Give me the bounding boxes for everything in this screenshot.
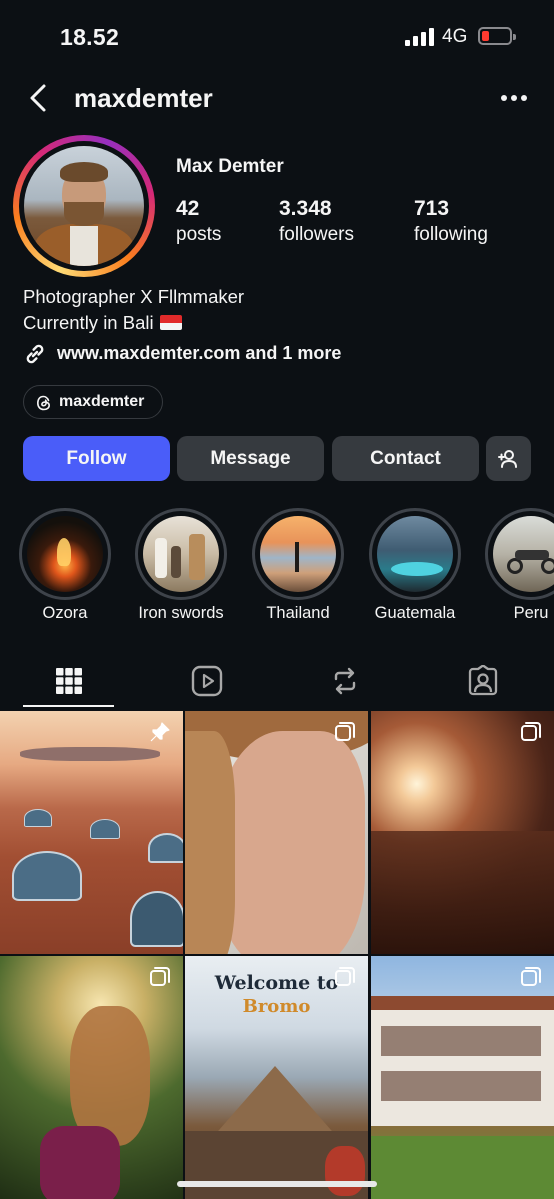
posts-count-label: posts xyxy=(176,224,222,245)
posts-count-value: 42 xyxy=(176,197,200,220)
story-highlight[interactable]: Thailand xyxy=(252,508,344,622)
status-time: 18.52 xyxy=(60,24,120,50)
following-count[interactable]: 713 following xyxy=(414,196,488,248)
carousel-icon xyxy=(335,722,355,741)
carousel-icon xyxy=(335,967,355,986)
profile-bio: Photographer X Fllmmaker Currently in Ba… xyxy=(23,284,244,336)
profile-header: maxdemter xyxy=(0,78,554,118)
followers-count-value: 3.348 xyxy=(279,197,332,220)
carousel-icon xyxy=(521,722,541,741)
post-thumbnail[interactable] xyxy=(371,956,554,1199)
suggested-users-button[interactable] xyxy=(486,436,531,481)
tab-grid[interactable] xyxy=(0,655,138,707)
network-type: 4G xyxy=(442,26,468,47)
link-icon xyxy=(26,344,44,364)
profile-tabs xyxy=(0,655,554,707)
bio-line-location: Currently in Bali xyxy=(23,310,244,336)
reels-icon xyxy=(191,665,223,697)
post-thumbnail[interactable]: Welcome to Bromo xyxy=(185,956,368,1199)
display-name: Max Demter xyxy=(176,156,284,177)
status-bar: 18.52 4G xyxy=(0,0,554,70)
post-thumbnail[interactable] xyxy=(0,956,183,1199)
posts-count[interactable]: 42 posts xyxy=(176,196,221,248)
signal-icon xyxy=(405,28,435,46)
indonesia-flag-icon xyxy=(159,315,182,330)
grid-icon xyxy=(56,668,82,694)
threads-badge[interactable]: maxdemter xyxy=(23,385,163,419)
battery-icon xyxy=(478,27,516,45)
posts-grid: Welcome to Bromo xyxy=(0,711,554,1199)
following-count-label: following xyxy=(414,224,488,245)
message-button[interactable]: Message xyxy=(177,436,324,481)
carousel-icon xyxy=(521,967,541,986)
tab-tagged[interactable] xyxy=(414,655,552,707)
threads-handle: maxdemter xyxy=(59,393,145,410)
highlight-label: Peru xyxy=(513,604,549,622)
story-highlight[interactable]: Iron swords xyxy=(135,508,227,622)
reposts-icon xyxy=(334,667,356,695)
post-thumbnail[interactable] xyxy=(371,711,554,954)
avatar xyxy=(24,146,144,266)
post-thumbnail[interactable] xyxy=(0,711,183,954)
story-highlight[interactable]: Peru xyxy=(485,508,554,622)
tab-reels[interactable] xyxy=(138,655,276,707)
bio-line: Currently in Bali xyxy=(23,312,154,333)
home-indicator[interactable] xyxy=(177,1181,377,1187)
tagged-icon xyxy=(468,665,498,696)
add-user-icon xyxy=(497,449,517,468)
tab-reposts[interactable] xyxy=(276,655,414,707)
post-overlay-subtitle: Bromo xyxy=(242,996,311,1017)
story-highlight[interactable]: Ozora xyxy=(19,508,111,622)
pin-icon xyxy=(150,722,170,742)
highlight-label: Iron swords xyxy=(138,604,224,622)
profile-avatar-story-ring[interactable] xyxy=(13,135,155,277)
chevron-left-icon[interactable] xyxy=(24,82,54,114)
contact-button[interactable]: Contact xyxy=(332,436,479,481)
active-tab-indicator xyxy=(23,705,114,707)
followers-count-label: followers xyxy=(279,224,354,245)
highlight-label: Guatemala xyxy=(374,604,456,622)
followers-count[interactable]: 3.348 followers xyxy=(279,196,354,248)
header-username: maxdemter xyxy=(74,83,213,113)
story-highlight[interactable]: Guatemala xyxy=(369,508,461,622)
following-count-value: 713 xyxy=(414,197,450,220)
more-horizontal-icon[interactable] xyxy=(500,94,528,102)
post-thumbnail[interactable] xyxy=(185,711,368,954)
highlight-label: Thailand xyxy=(266,604,330,622)
follow-button[interactable]: Follow xyxy=(23,436,170,481)
highlight-label: Ozora xyxy=(42,604,88,622)
carousel-icon xyxy=(150,967,170,986)
bio-line: Photographer X Fllmmaker xyxy=(23,286,245,307)
profile-link-text[interactable]: www.maxdemter.com and 1 more xyxy=(57,343,341,364)
threads-icon xyxy=(36,395,51,411)
